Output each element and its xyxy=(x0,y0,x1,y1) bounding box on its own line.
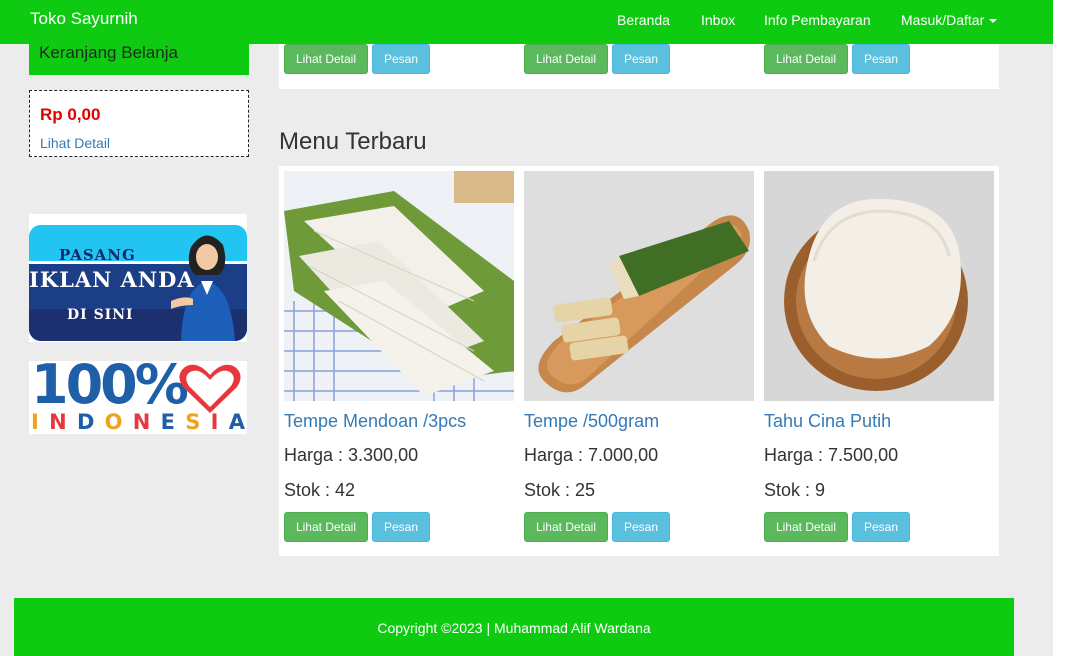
order-button[interactable]: Pesan xyxy=(852,44,910,74)
indonesia-word: I N D O N E S I A xyxy=(31,411,245,433)
top-navbar: Toko Sayurnih Beranda Inbox Info Pembaya… xyxy=(0,0,1053,44)
footer-copyright: Copyright ©2023 | Muhammad Alif Wardana xyxy=(377,620,651,636)
heart-icon xyxy=(179,364,241,413)
detail-button[interactable]: Lihat Detail xyxy=(524,512,608,542)
tahu-image[interactable] xyxy=(764,171,994,401)
detail-button[interactable]: Lihat Detail xyxy=(284,44,368,74)
order-button[interactable]: Pesan xyxy=(612,512,670,542)
indonesia-number: 100% xyxy=(31,361,189,416)
detail-button[interactable]: Lihat Detail xyxy=(764,44,848,74)
ad-banner-background: PASANG IKLAN ANDA DI SINI xyxy=(29,225,247,341)
indonesia-letter: S xyxy=(185,410,201,434)
order-button[interactable]: Pesan xyxy=(372,512,430,542)
indonesia-letter: A xyxy=(228,410,245,434)
ad-line-2: IKLAN ANDA xyxy=(29,267,195,292)
woman-presenter-icon xyxy=(171,235,235,341)
order-button[interactable]: Pesan xyxy=(852,512,910,542)
detail-button[interactable]: Lihat Detail xyxy=(524,44,608,74)
nav-masuk-daftar-label: Masuk/Daftar xyxy=(901,12,985,28)
nav-info-pembayaran[interactable]: Info Pembayaran xyxy=(764,12,871,28)
indonesia-banner[interactable]: 100% I N D O N E S I A xyxy=(29,361,247,434)
brand-logo[interactable]: Toko Sayurnih xyxy=(30,9,138,29)
product-card: Tempe Mendoan /3pcs Harga : 3.300,00 Sto… xyxy=(284,171,514,551)
tempe-mendoan-image[interactable] xyxy=(284,171,514,401)
detail-button[interactable]: Lihat Detail xyxy=(284,512,368,542)
indonesia-letter: D xyxy=(76,410,95,434)
indonesia-letter: N xyxy=(49,410,67,434)
product-card: Tempe /500gram Harga : 7.000,00 Stok : 2… xyxy=(524,171,754,551)
cart-detail-link[interactable]: Lihat Detail xyxy=(40,135,110,151)
product-stock: Stok : 9 xyxy=(764,480,826,500)
product-price: Harga : 3.300,00 xyxy=(284,445,419,465)
product-price: Harga : 7.000,00 xyxy=(524,445,659,465)
nav-beranda[interactable]: Beranda xyxy=(617,12,670,28)
ad-line-3: DI SINI xyxy=(67,307,134,323)
page-right-gutter xyxy=(1053,0,1082,656)
caret-down-icon xyxy=(989,19,998,24)
order-button[interactable]: Pesan xyxy=(612,44,670,74)
product-actions: Lihat Detail Pesan xyxy=(524,512,754,542)
latest-menu-panel: Tempe Mendoan /3pcs Harga : 3.300,00 Sto… xyxy=(279,166,999,556)
nav-inbox[interactable]: Inbox xyxy=(701,12,735,28)
indonesia-letter: I xyxy=(210,410,219,434)
product-actions: Lihat Detail Pesan xyxy=(764,512,994,542)
product-name-link[interactable]: Tahu Cina Putih xyxy=(764,411,891,432)
product-stock: Stok : 25 xyxy=(524,480,596,500)
product-name-link[interactable]: Tempe /500gram xyxy=(524,411,659,432)
detail-button[interactable]: Lihat Detail xyxy=(764,512,848,542)
product-actions: Lihat Detail Pesan xyxy=(284,512,514,542)
indonesia-letter: N xyxy=(132,410,151,434)
tempe-image[interactable] xyxy=(524,171,754,401)
product-stock: Stok : 42 xyxy=(284,480,356,500)
section-title: Menu Terbaru xyxy=(279,128,427,155)
nav-masuk-daftar-dropdown[interactable]: Masuk/Daftar xyxy=(901,12,998,28)
indonesia-letter: E xyxy=(160,410,175,434)
indonesia-letter: O xyxy=(104,410,123,434)
product-price: Harga : 7.500,00 xyxy=(764,445,899,465)
ad-line-1: PASANG xyxy=(59,246,136,264)
advertise-here-banner[interactable]: PASANG IKLAN ANDA DI SINI xyxy=(29,214,247,342)
cart-title: Keranjang Belanja xyxy=(39,43,178,62)
footer: Copyright ©2023 | Muhammad Alif Wardana xyxy=(14,598,1014,656)
cart-total: Rp 0,00 xyxy=(40,105,101,124)
order-button[interactable]: Pesan xyxy=(372,44,430,74)
product-name-link[interactable]: Tempe Mendoan /3pcs xyxy=(284,411,466,432)
cart-summary-box: Rp 0,00 Lihat Detail xyxy=(29,90,249,157)
indonesia-letter: I xyxy=(31,410,39,434)
product-card: Tahu Cina Putih Harga : 7.500,00 Stok : … xyxy=(764,171,994,551)
